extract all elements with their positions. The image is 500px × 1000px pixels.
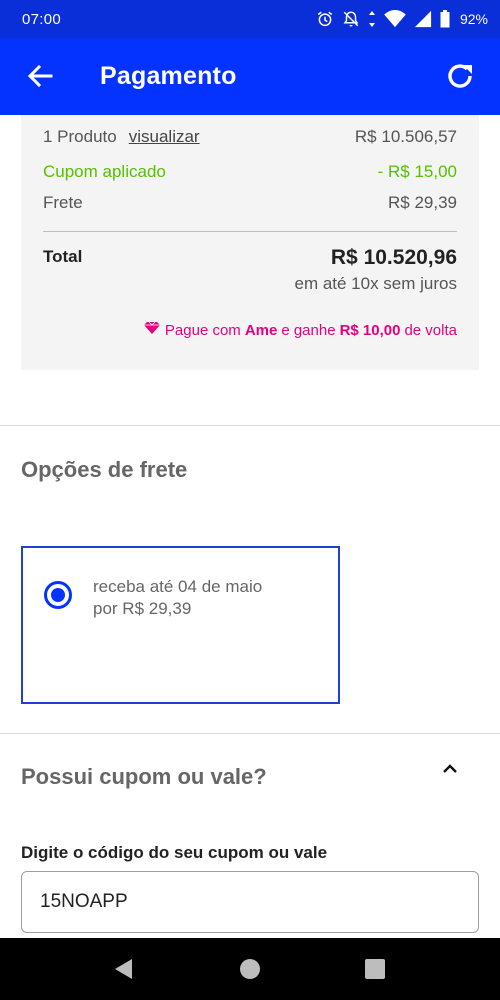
product-value: R$ 10.506,57 bbox=[354, 127, 457, 146]
view-products-link[interactable]: visualizar bbox=[129, 127, 200, 146]
chevron-up-icon[interactable] bbox=[436, 755, 464, 783]
ame-middle: e ganhe bbox=[281, 321, 336, 339]
shipping-label: Frete bbox=[43, 193, 83, 212]
shipping-option-price: por R$ 29,39 bbox=[93, 599, 192, 618]
wifi-icon bbox=[384, 10, 406, 28]
total-label: Total bbox=[43, 247, 83, 266]
ame-prefix: Pague com bbox=[164, 321, 241, 339]
ame-amount: R$ 10,00 bbox=[339, 321, 401, 339]
shipping-value: R$ 29,39 bbox=[388, 193, 457, 212]
installments-text: em até 10x sem juros bbox=[294, 274, 457, 293]
page-title: Pagamento bbox=[100, 62, 237, 90]
nav-recents-icon[interactable] bbox=[364, 958, 386, 980]
data-arrows-icon bbox=[368, 11, 376, 27]
section-divider bbox=[0, 733, 500, 734]
status-bar: 07:00 92% bbox=[0, 0, 500, 38]
total-value: R$ 10.520,96 bbox=[330, 246, 457, 269]
ame-promo: Pague com Ame e ganhe R$ 10,00 de volta bbox=[143, 321, 457, 339]
battery-percent: 92% bbox=[459, 11, 488, 27]
status-time: 07:00 bbox=[22, 10, 62, 28]
coupon-label: Cupom aplicado bbox=[43, 162, 166, 181]
product-count-label: 1 Produto bbox=[43, 127, 117, 146]
status-icons: 92% bbox=[316, 10, 488, 28]
notifications-off-icon bbox=[342, 10, 360, 28]
alarm-icon bbox=[316, 10, 334, 28]
coupon-row: Cupom aplicado - R$ 15,00 bbox=[43, 162, 457, 182]
product-row: 1 Produto visualizar R$ 10.506,57 bbox=[43, 127, 457, 147]
coupon-code-input[interactable] bbox=[21, 871, 479, 933]
shipping-option-card[interactable]: receba até 04 de maio por R$ 29,39 bbox=[21, 546, 340, 704]
coupon-value: - R$ 15,00 bbox=[377, 162, 457, 181]
coupon-section-title[interactable]: Possui cupom ou vale? bbox=[21, 764, 267, 790]
nav-home-icon[interactable] bbox=[239, 958, 261, 980]
shipping-options-title: Opções de frete bbox=[21, 457, 188, 482]
order-summary: 1 Produto visualizar R$ 10.506,57 Cupom a… bbox=[21, 115, 479, 370]
signal-icon bbox=[414, 10, 432, 28]
shipping-option-text: receba até 04 de maio por R$ 29,39 bbox=[93, 576, 262, 620]
arrow-left-icon[interactable] bbox=[24, 60, 56, 92]
divider bbox=[43, 231, 457, 232]
ame-brand: Ame bbox=[244, 321, 278, 339]
refresh-icon[interactable] bbox=[442, 58, 478, 94]
battery-icon bbox=[440, 10, 450, 28]
shipping-option-date: receba até 04 de maio bbox=[93, 577, 263, 596]
section-divider bbox=[0, 425, 500, 426]
shipping-option-radio[interactable] bbox=[44, 581, 72, 609]
ame-diamond-icon bbox=[143, 321, 161, 339]
ame-suffix: de volta bbox=[404, 321, 457, 339]
payment-screen: 07:00 92% Pagamento 1 Produto visualizar… bbox=[0, 0, 500, 1000]
nav-back-icon[interactable] bbox=[113, 958, 135, 980]
app-bar: Pagamento bbox=[0, 38, 500, 115]
shipping-row: Frete R$ 29,39 bbox=[43, 193, 457, 213]
product-label-group: 1 Produto visualizar bbox=[43, 127, 200, 147]
system-nav-bar bbox=[0, 938, 500, 1000]
coupon-input-label: Digite o código do seu cupom ou vale bbox=[21, 843, 328, 862]
